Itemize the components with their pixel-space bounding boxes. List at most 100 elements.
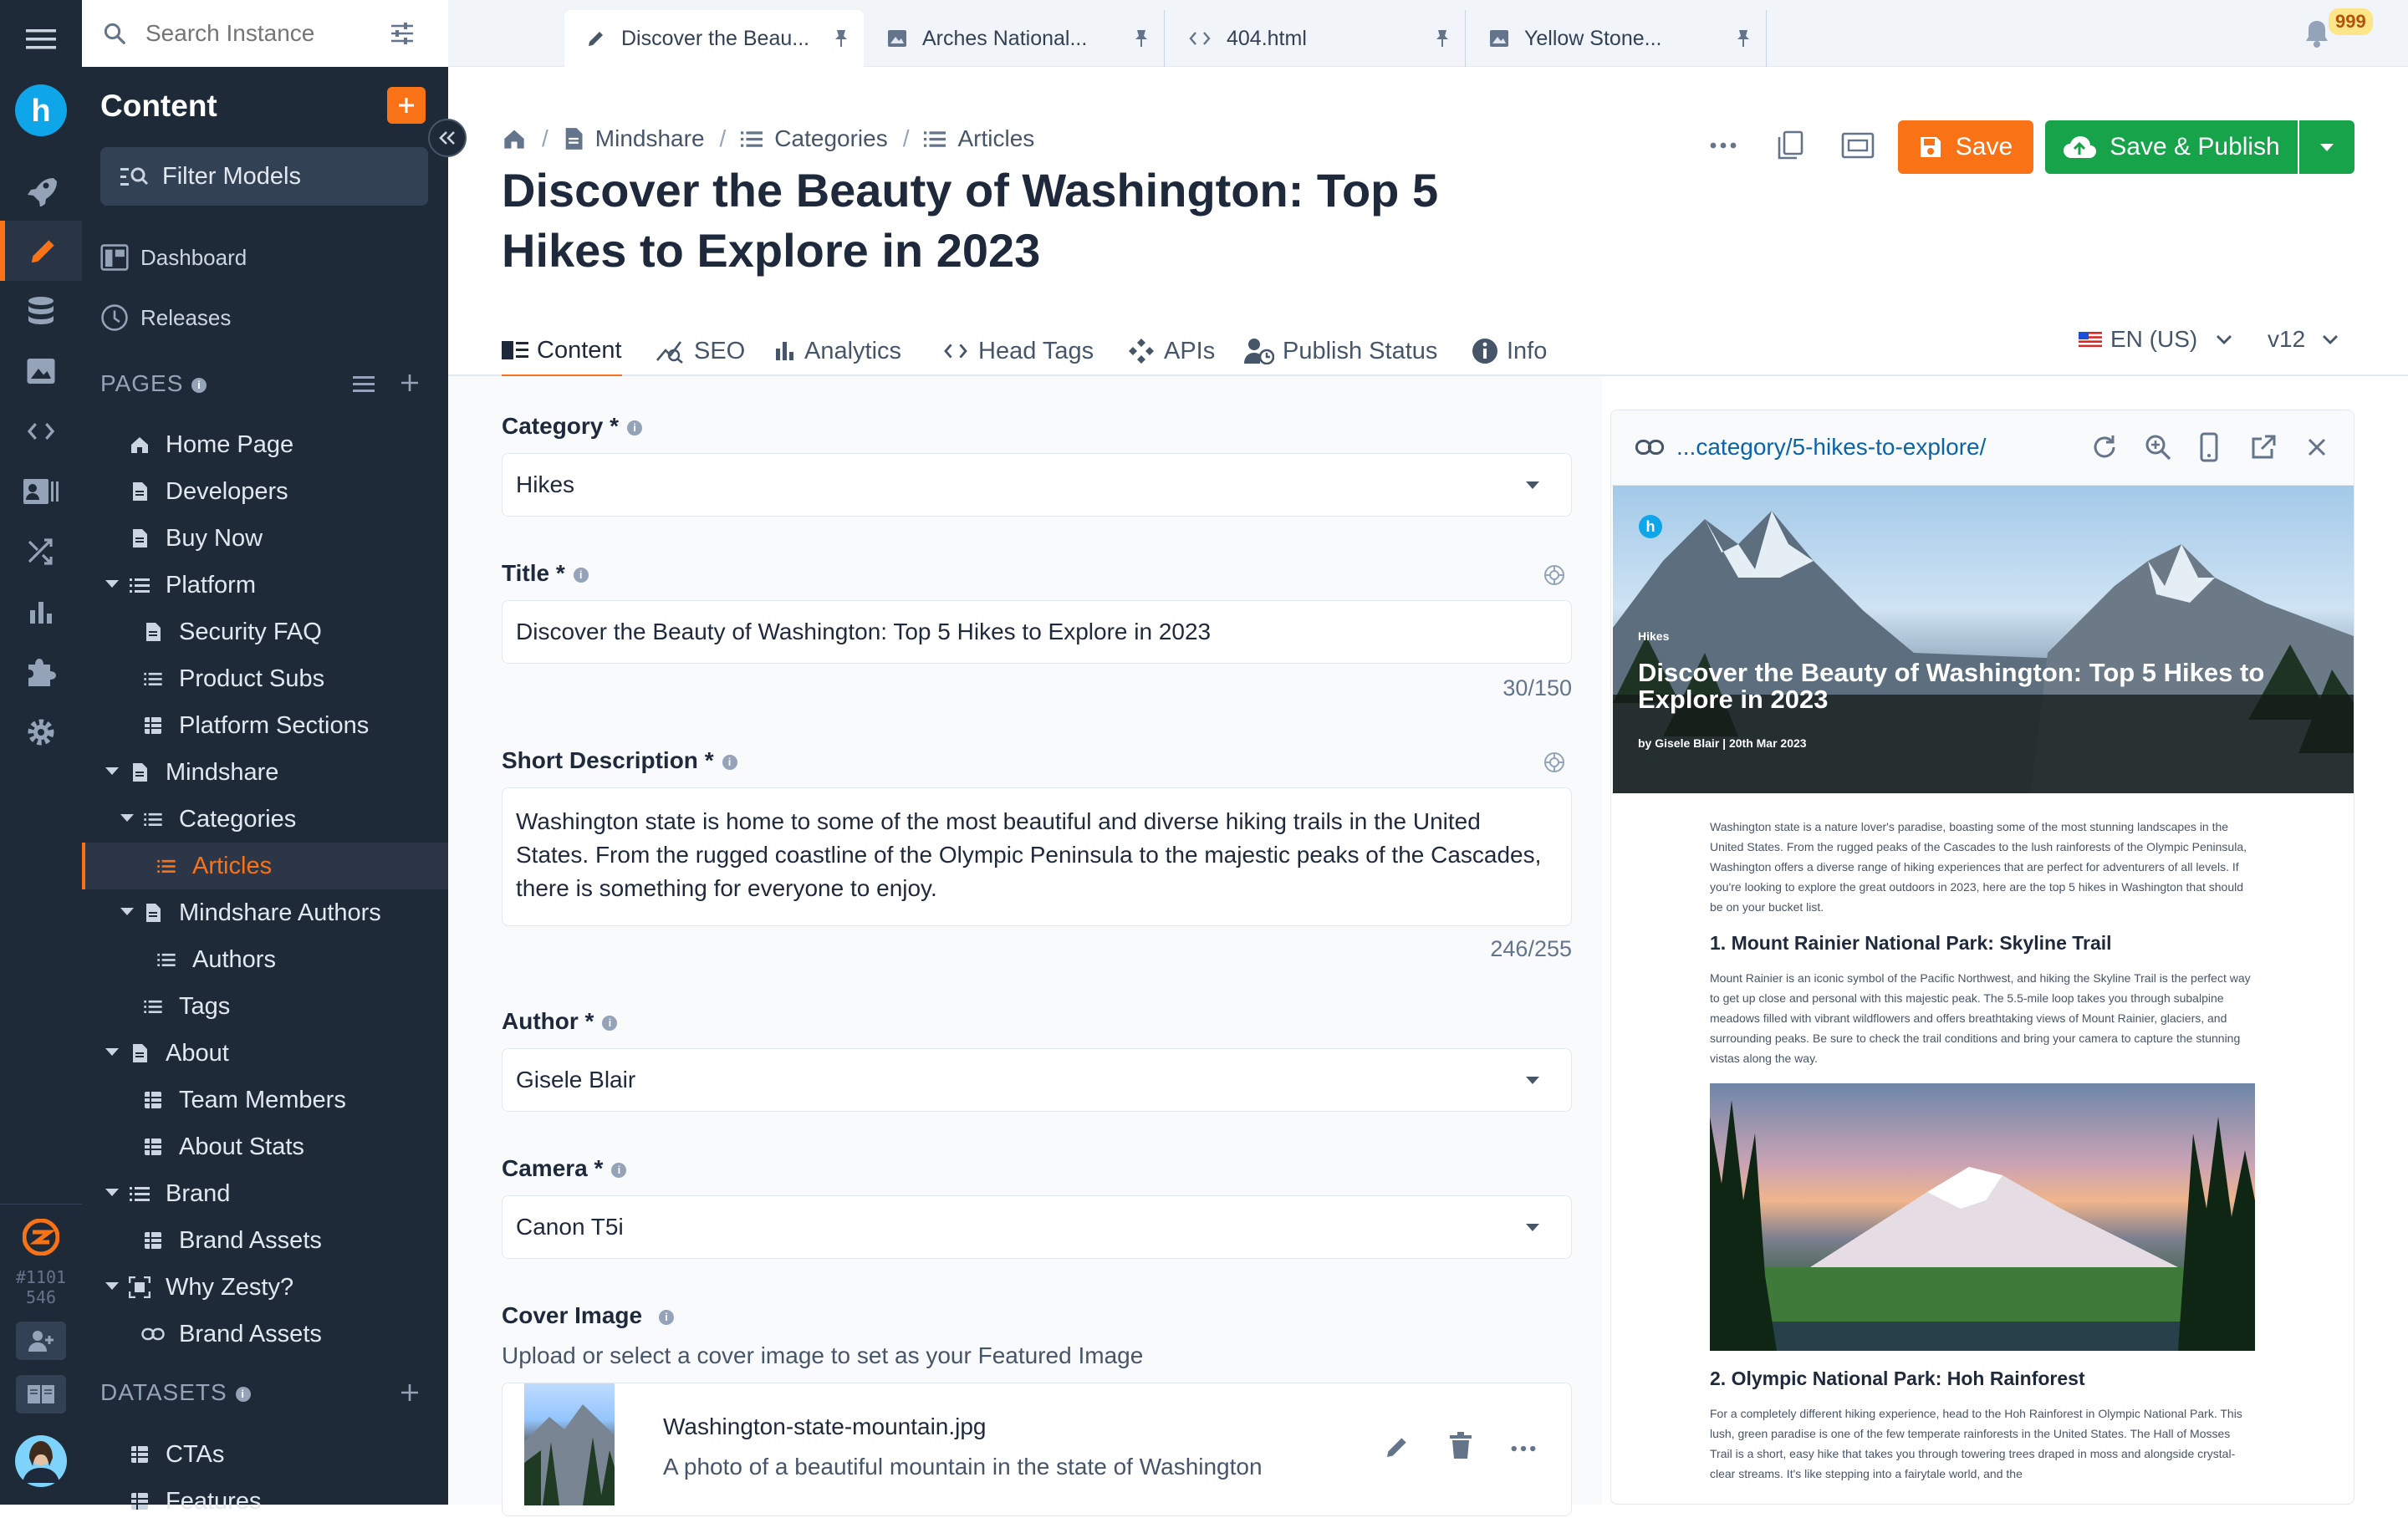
pin-icon[interactable] (832, 28, 850, 48)
tab-head-tags[interactable]: Head Tags (941, 326, 1094, 376)
tab-404[interactable]: 404.html (1166, 10, 1466, 67)
tab-discover[interactable]: Discover the Beau... (564, 10, 864, 67)
version-selector[interactable]: v12 (2268, 323, 2339, 356)
pin-icon[interactable] (1433, 28, 1451, 48)
sidebar-item-mindshare-authors[interactable]: Mindshare Authors (139, 891, 381, 935)
refresh-icon[interactable] (2091, 434, 2118, 461)
tab-yellowstone[interactable]: Yellow Stone... (1467, 10, 1767, 67)
instance-logo[interactable] (0, 1212, 82, 1262)
sidebar-item-why-zesty[interactable]: Why Zesty? (125, 1266, 293, 1309)
sidebar-releases[interactable]: Releases (100, 296, 231, 339)
logo[interactable]: h (0, 80, 82, 140)
sidebar-item-brand-assets-link[interactable]: Brand Assets (139, 1312, 322, 1356)
locale-selector[interactable]: EN (US) (2079, 323, 2232, 356)
cover-image-card[interactable]: Washington-state-mountain.jpg A photo of… (502, 1383, 1572, 1516)
sidebar-item-mindshare[interactable]: Mindshare (125, 751, 278, 794)
sidebar-item-security-faq[interactable]: Security FAQ (139, 610, 322, 654)
rail-apps[interactable] (0, 642, 82, 702)
zoom-icon[interactable] (2145, 434, 2171, 461)
sidebar-item-features[interactable]: Features (125, 1480, 261, 1523)
tab-publish-status[interactable]: Publish Status (1244, 326, 1437, 376)
author-select[interactable]: Gisele Blair (502, 1048, 1572, 1112)
sidebar-item-brand[interactable]: Brand (125, 1172, 230, 1215)
rail-users[interactable] (0, 1316, 82, 1366)
sidebar-item-categories[interactable]: Categories (139, 797, 296, 841)
category-select[interactable]: Hikes (502, 453, 1572, 517)
short-description-textarea[interactable]: Washington state is home to some of the … (502, 787, 1572, 926)
sidebar-item-articles[interactable]: Articles (152, 844, 272, 888)
sidebar-item-platform-sections[interactable]: Platform Sections (139, 704, 369, 747)
sidebar-item-home-page[interactable]: Home Page (125, 423, 293, 466)
rail-schema[interactable] (0, 281, 82, 341)
rail-launch[interactable] (0, 160, 82, 221)
chevron-down-icon[interactable] (105, 580, 119, 588)
tab-seo[interactable]: SEO (656, 326, 745, 376)
title-input[interactable]: Discover the Beauty of Washington: Top 5… (502, 600, 1572, 664)
add-dataset-icon[interactable] (400, 1383, 420, 1403)
chevron-down-icon[interactable] (120, 814, 134, 822)
tab-apis[interactable]: APIs (1127, 326, 1215, 376)
sidebar-item-developers[interactable]: Developers (125, 470, 288, 513)
sidebar-item-product-subs[interactable]: Product Subs (139, 657, 324, 700)
chevron-down-icon[interactable] (105, 767, 119, 775)
rail-content[interactable] (0, 221, 82, 281)
sidebar-item-authors[interactable]: Authors (152, 938, 276, 981)
notifications-button[interactable]: 999 (2303, 8, 2373, 48)
rail-media[interactable] (0, 341, 82, 401)
filter-settings-icon[interactable] (390, 22, 415, 45)
more-actions-icon[interactable] (1710, 142, 1737, 149)
pin-icon[interactable] (1734, 28, 1752, 48)
duplicate-icon[interactable] (1777, 130, 1803, 160)
home-icon[interactable] (502, 127, 527, 150)
save-button[interactable]: Save (1898, 120, 2033, 174)
tab-info[interactable]: Info (1472, 326, 1547, 376)
rail-docs[interactable] (0, 1369, 82, 1419)
save-publish-button[interactable]: Save & Publish (2045, 120, 2298, 174)
preview-icon[interactable] (1841, 132, 1875, 159)
publish-options-button[interactable] (2299, 120, 2354, 174)
sidebar-item-team-members[interactable]: Team Members (139, 1078, 346, 1122)
ai-assist-icon[interactable] (1543, 751, 1566, 774)
filter-models-button[interactable]: Filter Models (100, 147, 428, 206)
preview-url[interactable]: ...category/5-hikes-to-explore/ (1676, 434, 1986, 461)
chevron-down-icon[interactable] (120, 908, 134, 915)
rail-leads[interactable] (0, 461, 82, 522)
mobile-icon[interactable] (2200, 432, 2218, 462)
list-view-icon[interactable] (353, 374, 375, 393)
ai-assist-icon[interactable] (1543, 563, 1566, 587)
sidebar-item-about[interactable]: About (125, 1031, 229, 1075)
sidebar-item-brand-assets[interactable]: Brand Assets (139, 1219, 322, 1262)
breadcrumb-articles[interactable]: Articles (957, 125, 1034, 152)
open-external-icon[interactable] (2250, 434, 2277, 461)
chevron-down-icon[interactable] (105, 1189, 119, 1196)
sidebar-dashboard[interactable]: Dashboard (100, 236, 247, 279)
collapse-sidebar-button[interactable] (428, 119, 467, 157)
more-options-icon[interactable] (1511, 1445, 1536, 1452)
add-page-icon[interactable] (400, 373, 420, 393)
sidebar-item-ctas[interactable]: CTAs (125, 1433, 224, 1476)
tab-content[interactable]: Content (502, 326, 622, 378)
breadcrumb-categories[interactable]: Categories (774, 125, 887, 152)
user-avatar[interactable] (0, 1428, 82, 1495)
sidebar-item-tags[interactable]: Tags (139, 985, 230, 1028)
search-input[interactable] (145, 20, 380, 47)
chevron-down-icon[interactable] (105, 1282, 119, 1290)
sidebar-item-platform[interactable]: Platform (125, 563, 256, 607)
edit-icon[interactable] (1384, 1434, 1411, 1460)
breadcrumb-mindshare[interactable]: Mindshare (595, 125, 705, 152)
add-content-button[interactable] (387, 87, 426, 124)
trash-icon[interactable] (1449, 1432, 1472, 1460)
rail-code[interactable] (0, 401, 82, 461)
tab-analytics[interactable]: Analytics (774, 326, 901, 376)
sidebar-item-buy-now[interactable]: Buy Now (125, 517, 263, 560)
camera-select[interactable]: Canon T5i (502, 1195, 1572, 1259)
search-bar[interactable] (82, 0, 448, 67)
sidebar-item-about-stats[interactable]: About Stats (139, 1125, 304, 1169)
rail-reports[interactable] (0, 582, 82, 642)
close-icon[interactable] (2307, 437, 2327, 457)
chevron-down-icon[interactable] (105, 1048, 119, 1056)
menu-button[interactable] (0, 10, 82, 69)
rail-settings[interactable] (0, 702, 82, 762)
rail-redirects[interactable] (0, 522, 82, 582)
tab-arches[interactable]: Arches National... (865, 10, 1165, 67)
